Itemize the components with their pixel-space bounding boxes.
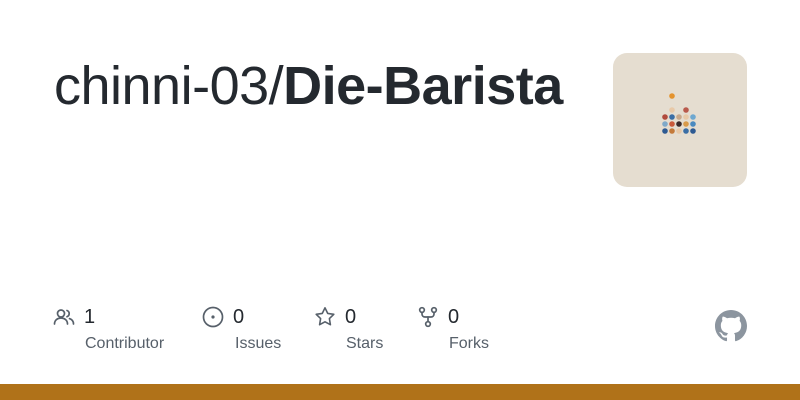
stat-stars[interactable]: 0 Stars	[314, 304, 383, 353]
repo-avatar	[613, 53, 747, 187]
github-logo-icon[interactable]	[715, 310, 747, 342]
contributors-label: Contributor	[85, 335, 165, 352]
stars-count: 0	[345, 305, 357, 328]
repo-forked-icon	[417, 306, 439, 328]
forks-label: Forks	[449, 335, 489, 352]
repo-owner: chinni-03/	[54, 56, 284, 116]
star-icon	[314, 306, 336, 328]
issues-label: Issues	[235, 335, 282, 352]
stat-issues[interactable]: 0 Issues	[202, 304, 281, 353]
issues-count: 0	[233, 305, 245, 328]
stat-forks[interactable]: 0 Forks	[417, 304, 489, 353]
issue-opened-icon	[202, 306, 224, 328]
avatar-dot-pattern-image	[662, 93, 696, 134]
people-icon	[53, 306, 75, 328]
stars-label: Stars	[346, 335, 384, 352]
stat-contributors[interactable]: 1 Contributor	[53, 304, 164, 353]
repo-title: chinni-03/Die-Barista	[54, 54, 574, 118]
contributors-count: 1	[84, 305, 96, 328]
language-color-bar	[0, 384, 800, 400]
forks-count: 0	[448, 305, 460, 328]
repo-name: Die-Barista	[283, 56, 563, 116]
